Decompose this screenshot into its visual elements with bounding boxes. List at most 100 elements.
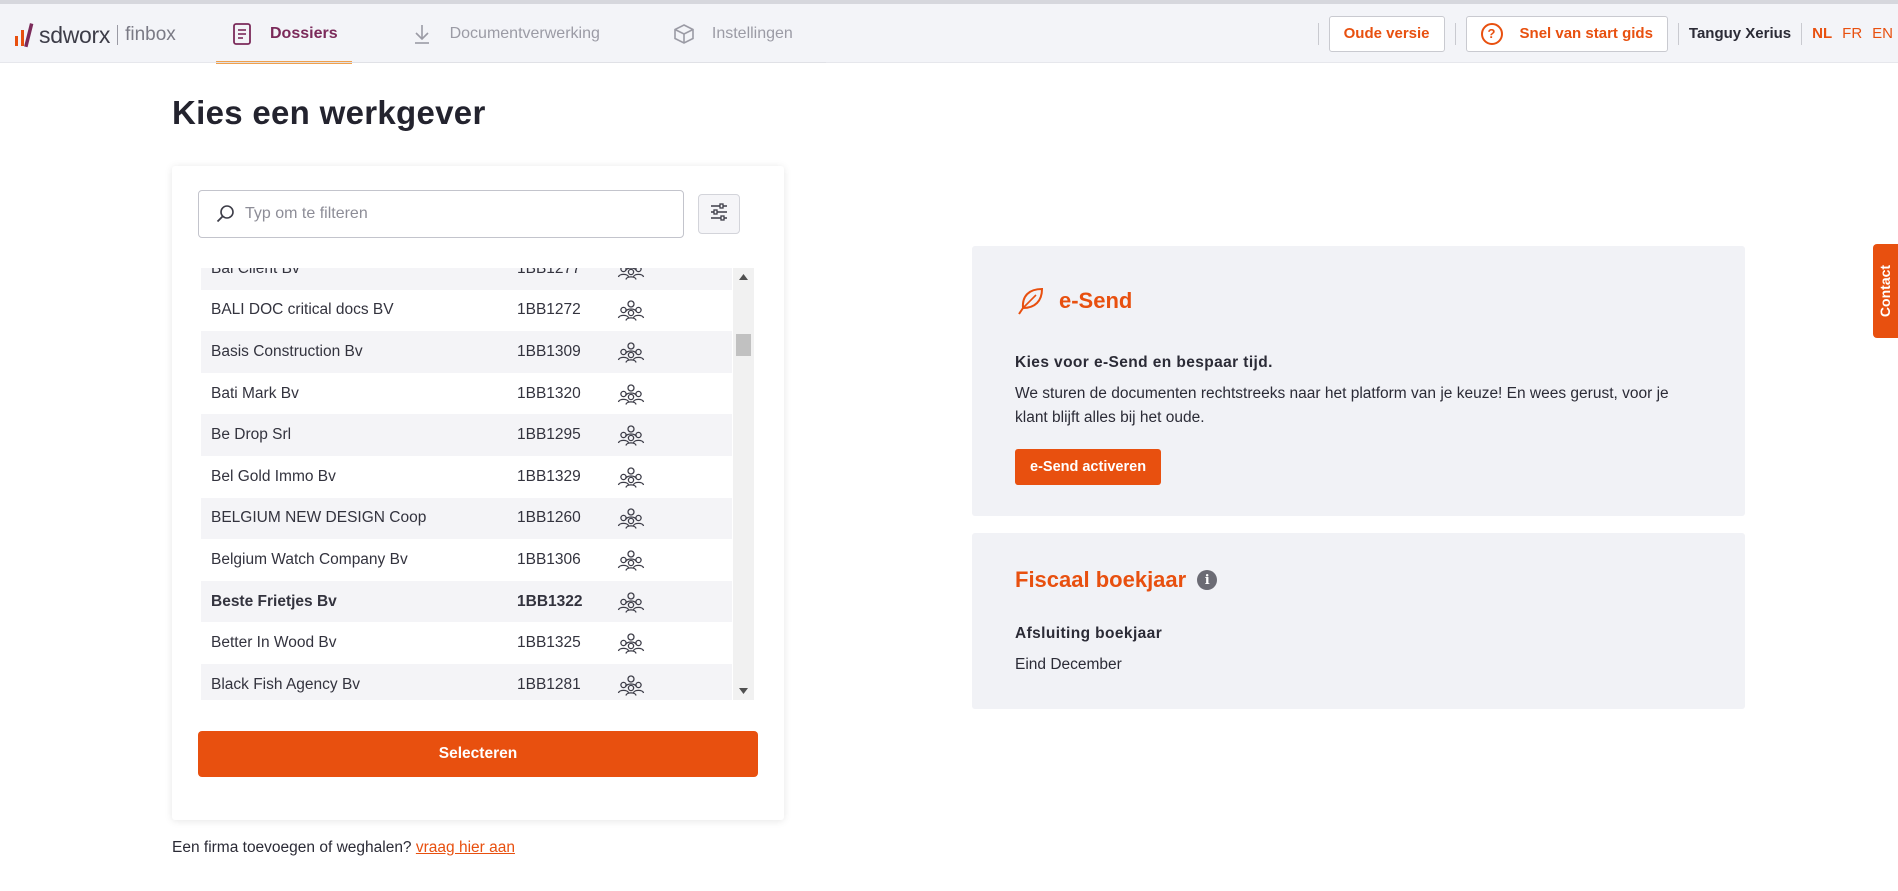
employer-name: Bati Mark Bv <box>211 384 299 402</box>
employer-code: 1BB1320 <box>517 384 581 402</box>
esend-panel: e-Send Kies voor e-Send en bespaar tijd.… <box>972 246 1745 516</box>
tab-instellingen-label: Instellingen <box>711 24 793 42</box>
group-icon <box>617 507 657 530</box>
logo-divider <box>117 25 119 45</box>
header-tools: Oude versie ? Snel van start gids Tanguy… <box>1308 4 1898 63</box>
employer-row[interactable]: BELGIUM NEW DESIGN Coop 1BB1260 <box>201 497 732 540</box>
leaf-icon <box>1015 284 1049 318</box>
employer-row[interactable]: Bel Gold Immo Bv 1BB1329 <box>201 456 732 498</box>
footer-note-text: Een firma toevoegen of weghalen? <box>172 839 412 856</box>
fiscal-heading: Fiscaal boekjaar i <box>1015 567 1218 593</box>
divider <box>1677 22 1679 45</box>
divider <box>1454 22 1456 45</box>
filter-settings-button[interactable] <box>698 194 740 234</box>
search-box[interactable] <box>198 190 684 238</box>
group-icon <box>617 591 657 613</box>
contact-label: Contact <box>1877 264 1894 318</box>
fiscal-year-end-value: Eind December <box>1015 656 1122 673</box>
fiscal-title: Fiscaal boekjaar <box>1015 567 1187 592</box>
employer-row[interactable]: Bati Mark Bv 1BB1320 <box>201 373 732 415</box>
user-name[interactable]: Tanguy Xerius <box>1689 25 1791 42</box>
scrollbar-thumb[interactable] <box>736 334 751 356</box>
employer-code: 1BB1272 <box>517 301 581 319</box>
employer-list[interactable]: Bal Client Bv 1BB1277 BALI DOC critical do… <box>201 268 754 700</box>
employer-name: BALI DOC critical docs BV <box>211 301 394 319</box>
employer-code: 1BB1260 <box>517 509 581 527</box>
employer-name: Be Drop Srl <box>211 426 292 444</box>
question-circle-icon: ? <box>1480 22 1503 45</box>
document-list-icon <box>230 22 254 46</box>
group-icon <box>617 549 657 571</box>
group-icon <box>617 299 657 322</box>
employer-row[interactable]: Black Fish Agency Bv 1BB1281 <box>201 663 732 700</box>
sliders-icon <box>709 202 729 226</box>
employer-name: Black Fish Agency Bv <box>211 675 361 693</box>
logo-product-name: finbox <box>125 24 176 45</box>
group-icon <box>617 424 657 446</box>
fiscal-subtitle: Afsluiting boekjaar <box>1015 625 1163 642</box>
employer-name: Basis Construction Bv <box>211 342 363 360</box>
employer-code: 1BB1277 <box>517 268 581 277</box>
esend-title: e-Send <box>1059 288 1133 313</box>
employer-code: 1BB1306 <box>517 550 581 568</box>
sdworx-logo-mark-icon <box>15 23 34 48</box>
list-scrollbar[interactable] <box>733 268 754 700</box>
group-icon <box>617 268 657 280</box>
tab-documentverwerking-label: Documentverwerking <box>449 24 600 42</box>
employer-code: 1BB1295 <box>517 426 581 444</box>
employer-name: Bal Client Bv <box>211 268 300 277</box>
nav-divider <box>216 62 826 63</box>
sdworx-logo[interactable]: sdworx finbox <box>14 18 176 52</box>
esend-description: We sturen de documenten rechtstreeks naa… <box>1015 385 1669 426</box>
logo-text: sdworx <box>39 21 111 48</box>
group-icon <box>617 466 657 488</box>
scroll-up-arrow-icon[interactable] <box>733 268 754 286</box>
employer-row[interactable]: Bal Client Bv 1BB1277 <box>201 268 732 290</box>
lang-en[interactable]: EN <box>1872 25 1893 42</box>
employer-row[interactable]: Better In Wood Bv 1BB1325 <box>201 622 732 664</box>
esend-activate-button[interactable]: e-Send activeren <box>1015 449 1162 485</box>
lang-fr[interactable]: FR <box>1842 25 1862 42</box>
tab-instellingen[interactable]: Instellingen <box>658 4 807 63</box>
group-icon <box>617 383 657 405</box>
tab-documentverwerking[interactable]: Documentverwerking <box>396 4 614 63</box>
top-bar: sdworx finbox Dossiers Documentverwerkin… <box>0 0 1898 64</box>
cube-icon <box>672 22 696 46</box>
employer-row[interactable]: Belgium Watch Company Bv 1BB1306 <box>201 539 732 581</box>
esend-subtitle: Kies voor e-Send en bespaar tijd. <box>1015 354 1273 371</box>
search-icon <box>215 203 237 225</box>
employer-code: 1BB1309 <box>517 342 581 360</box>
employer-code: 1BB1322 <box>517 592 583 610</box>
select-button[interactable]: Selecteren <box>198 731 758 777</box>
contact-tab[interactable]: Contact <box>1873 244 1898 338</box>
request-here-link[interactable]: vraag hier aan <box>416 839 515 856</box>
group-icon <box>617 632 657 654</box>
info-icon[interactable]: i <box>1197 570 1218 590</box>
tab-dossiers-label: Dossiers <box>270 24 338 42</box>
tab-dossiers[interactable]: Dossiers <box>216 4 352 64</box>
language-switcher: NL FR EN <box>1812 25 1893 42</box>
group-icon <box>617 341 657 363</box>
add-remove-company-note: Een firma toevoegen of weghalen? vraag h… <box>172 839 515 857</box>
employer-name: Better In Wood Bv <box>211 634 337 652</box>
search-input[interactable] <box>245 205 665 223</box>
employer-row[interactable]: BALI DOC critical docs BV 1BB1272 <box>201 290 732 332</box>
employer-name: BELGIUM NEW DESIGN Coop <box>211 509 427 527</box>
quickstart-guide-label: Snel van start gids <box>1519 25 1653 42</box>
quickstart-guide-button[interactable]: ? Snel van start gids <box>1465 15 1668 52</box>
employer-rows: Bal Client Bv 1BB1277 BALI DOC critical do… <box>201 268 732 700</box>
employer-row[interactable]: Beste Frietjes Bv 1BB1322 <box>201 580 732 623</box>
employer-row[interactable]: Basis Construction Bv 1BB1309 <box>201 331 732 373</box>
scroll-down-arrow-icon[interactable] <box>733 682 754 700</box>
fiscal-year-panel: Fiscaal boekjaar i Afsluiting boekjaar E… <box>972 533 1745 709</box>
page-title: Kies een werkgever <box>172 94 486 131</box>
employer-name: Beste Frietjes Bv <box>211 592 337 610</box>
divider <box>1801 22 1803 45</box>
employer-row[interactable]: Be Drop Srl 1BB1295 <box>201 414 732 456</box>
employer-select-card: Bal Client Bv 1BB1277 BALI DOC critical do… <box>172 166 784 820</box>
employer-code: 1BB1329 <box>517 467 581 485</box>
main-nav: Dossiers Documentverwerking Instellingen <box>216 4 851 64</box>
lang-nl[interactable]: NL <box>1812 25 1832 42</box>
employer-code: 1BB1325 <box>517 634 581 652</box>
old-version-button[interactable]: Oude versie <box>1328 15 1445 52</box>
